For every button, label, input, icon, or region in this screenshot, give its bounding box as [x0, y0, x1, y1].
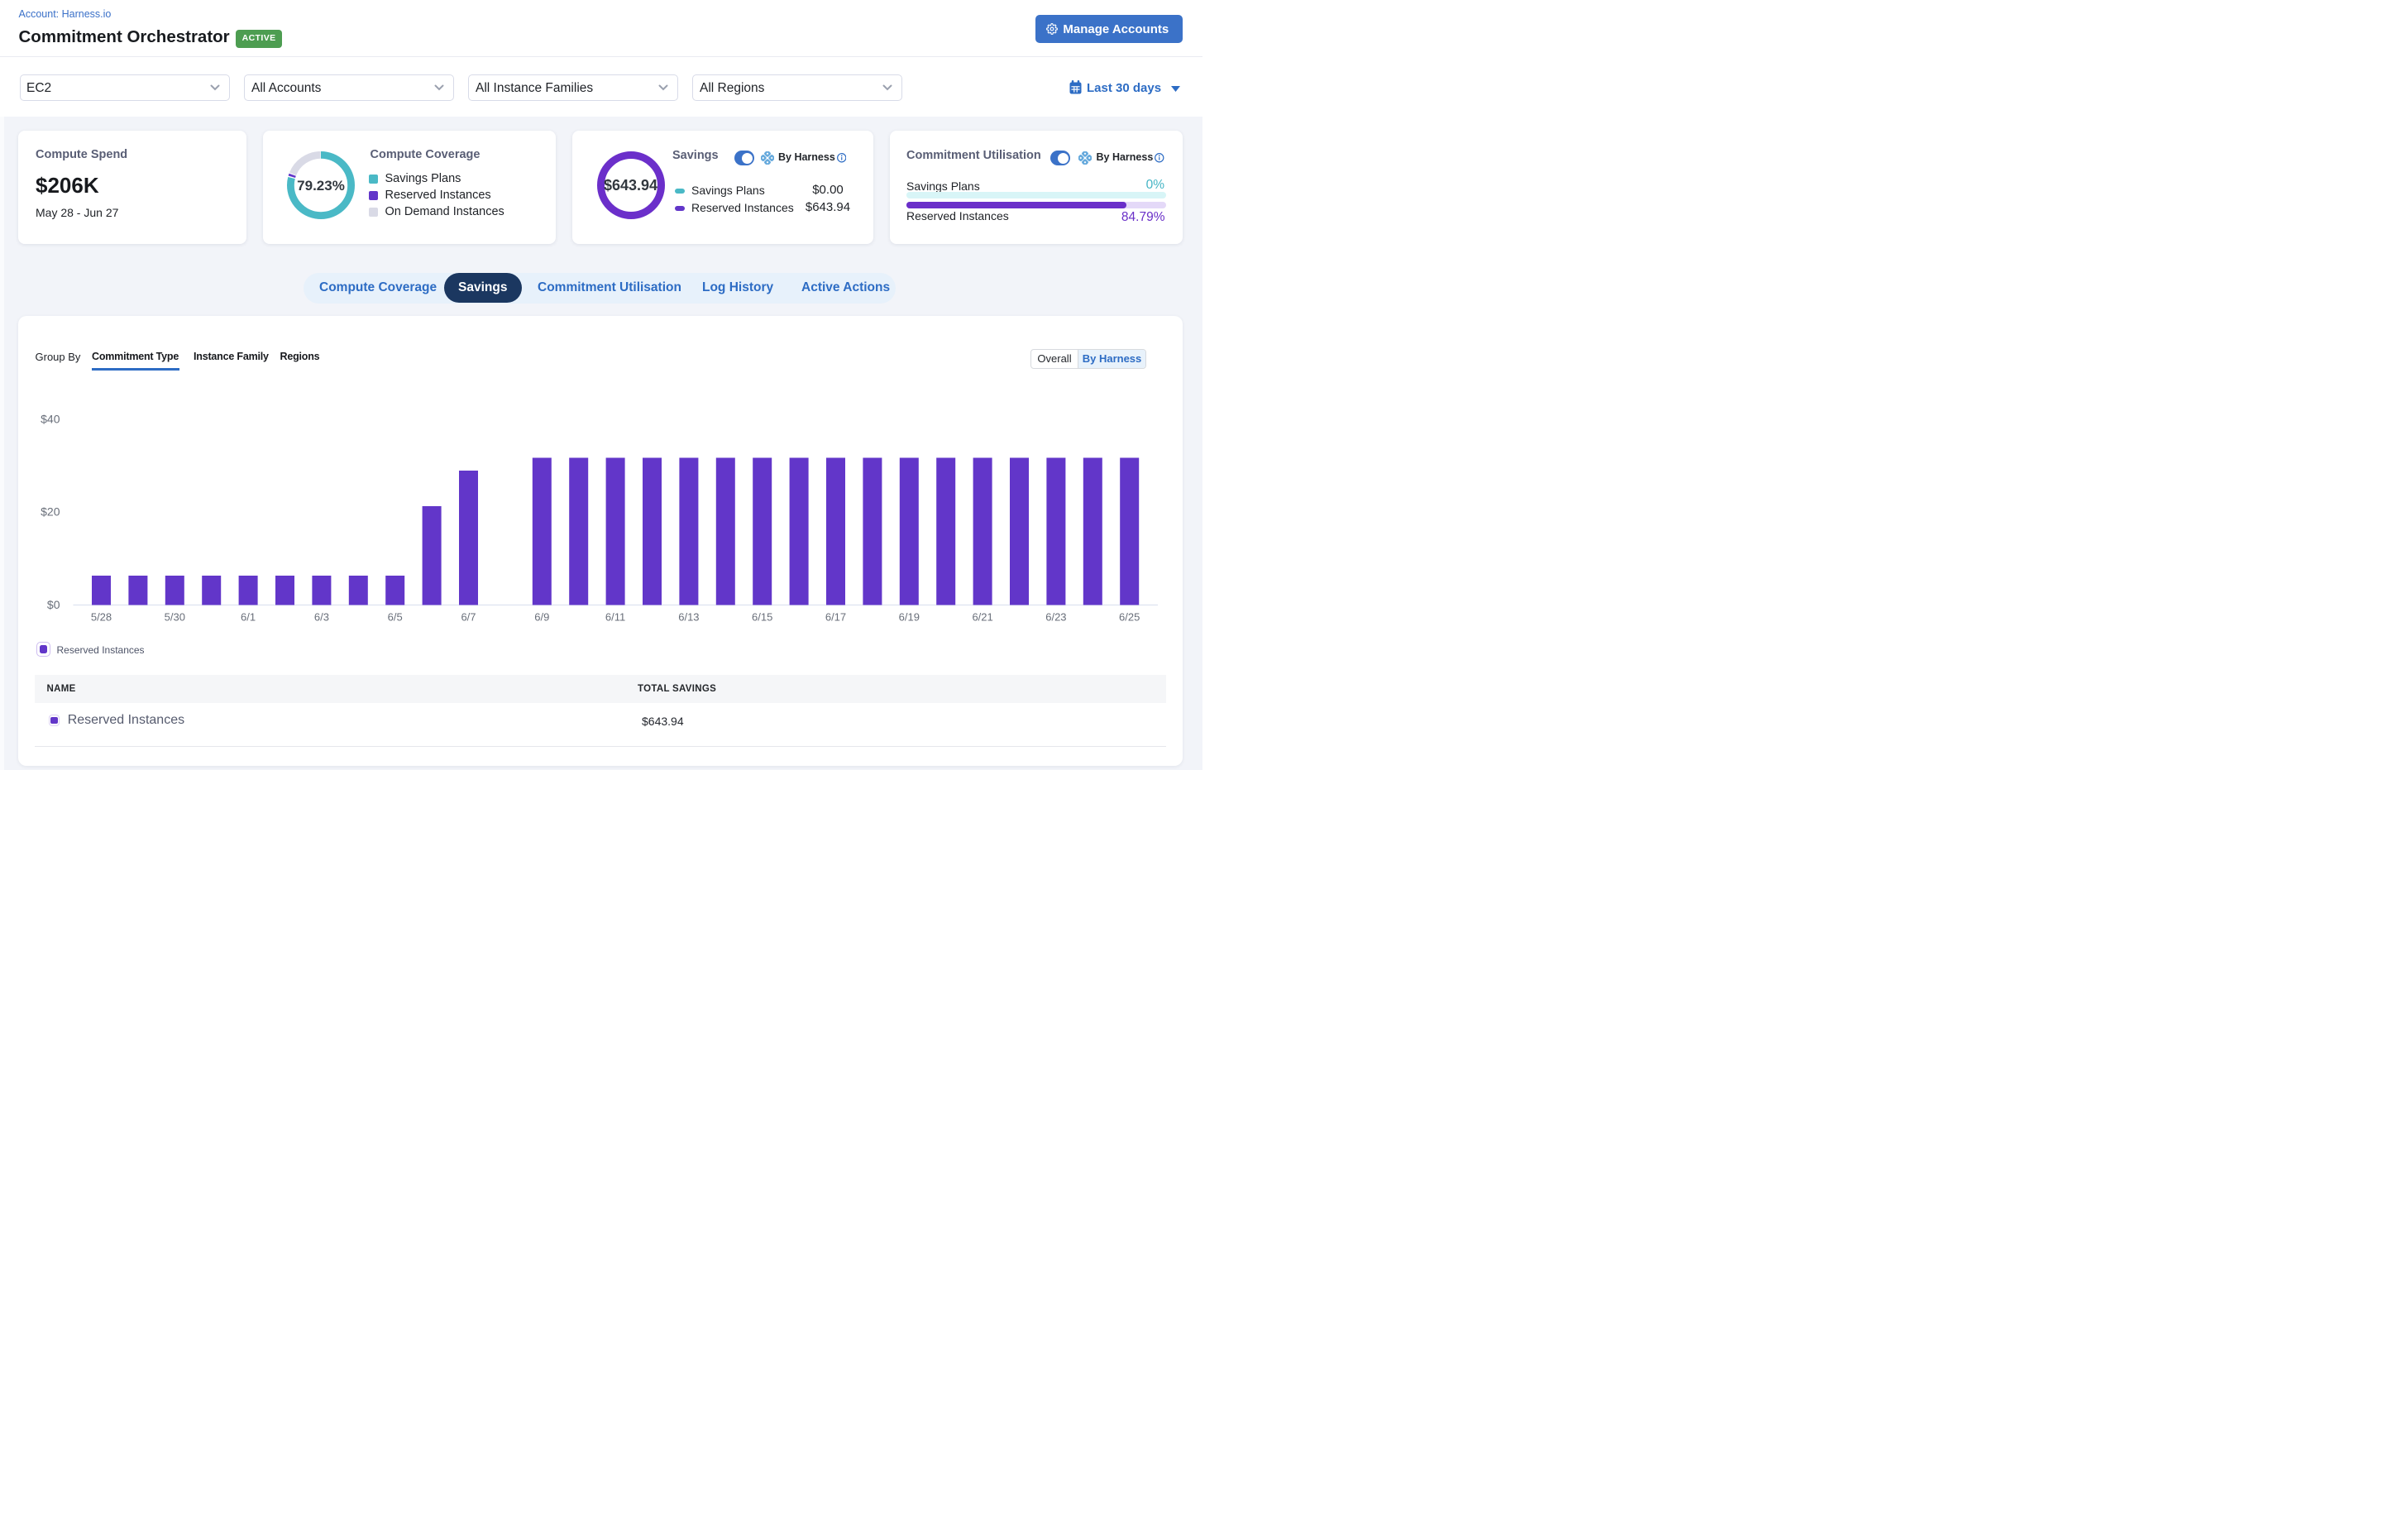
svg-text:6/3: 6/3: [314, 611, 329, 624]
svg-text:$40: $40: [41, 413, 60, 426]
svg-text:6/7: 6/7: [461, 611, 476, 624]
svg-text:6/17: 6/17: [825, 611, 846, 624]
svg-text:$20: $20: [41, 505, 60, 519]
svg-text:6/13: 6/13: [678, 611, 699, 624]
svg-text:$0: $0: [47, 598, 60, 611]
svg-text:5/30: 5/30: [165, 611, 185, 624]
svg-text:6/21: 6/21: [972, 611, 992, 624]
svg-text:6/1: 6/1: [241, 611, 256, 624]
svg-text:6/23: 6/23: [1045, 611, 1066, 624]
svg-text:6/15: 6/15: [752, 611, 772, 624]
svg-text:6/25: 6/25: [1119, 611, 1140, 624]
svg-text:5/28: 5/28: [91, 611, 112, 624]
svg-text:6/19: 6/19: [899, 611, 920, 624]
svg-text:6/11: 6/11: [605, 611, 625, 624]
svg-text:6/9: 6/9: [534, 611, 549, 624]
svg-text:6/5: 6/5: [388, 611, 403, 624]
